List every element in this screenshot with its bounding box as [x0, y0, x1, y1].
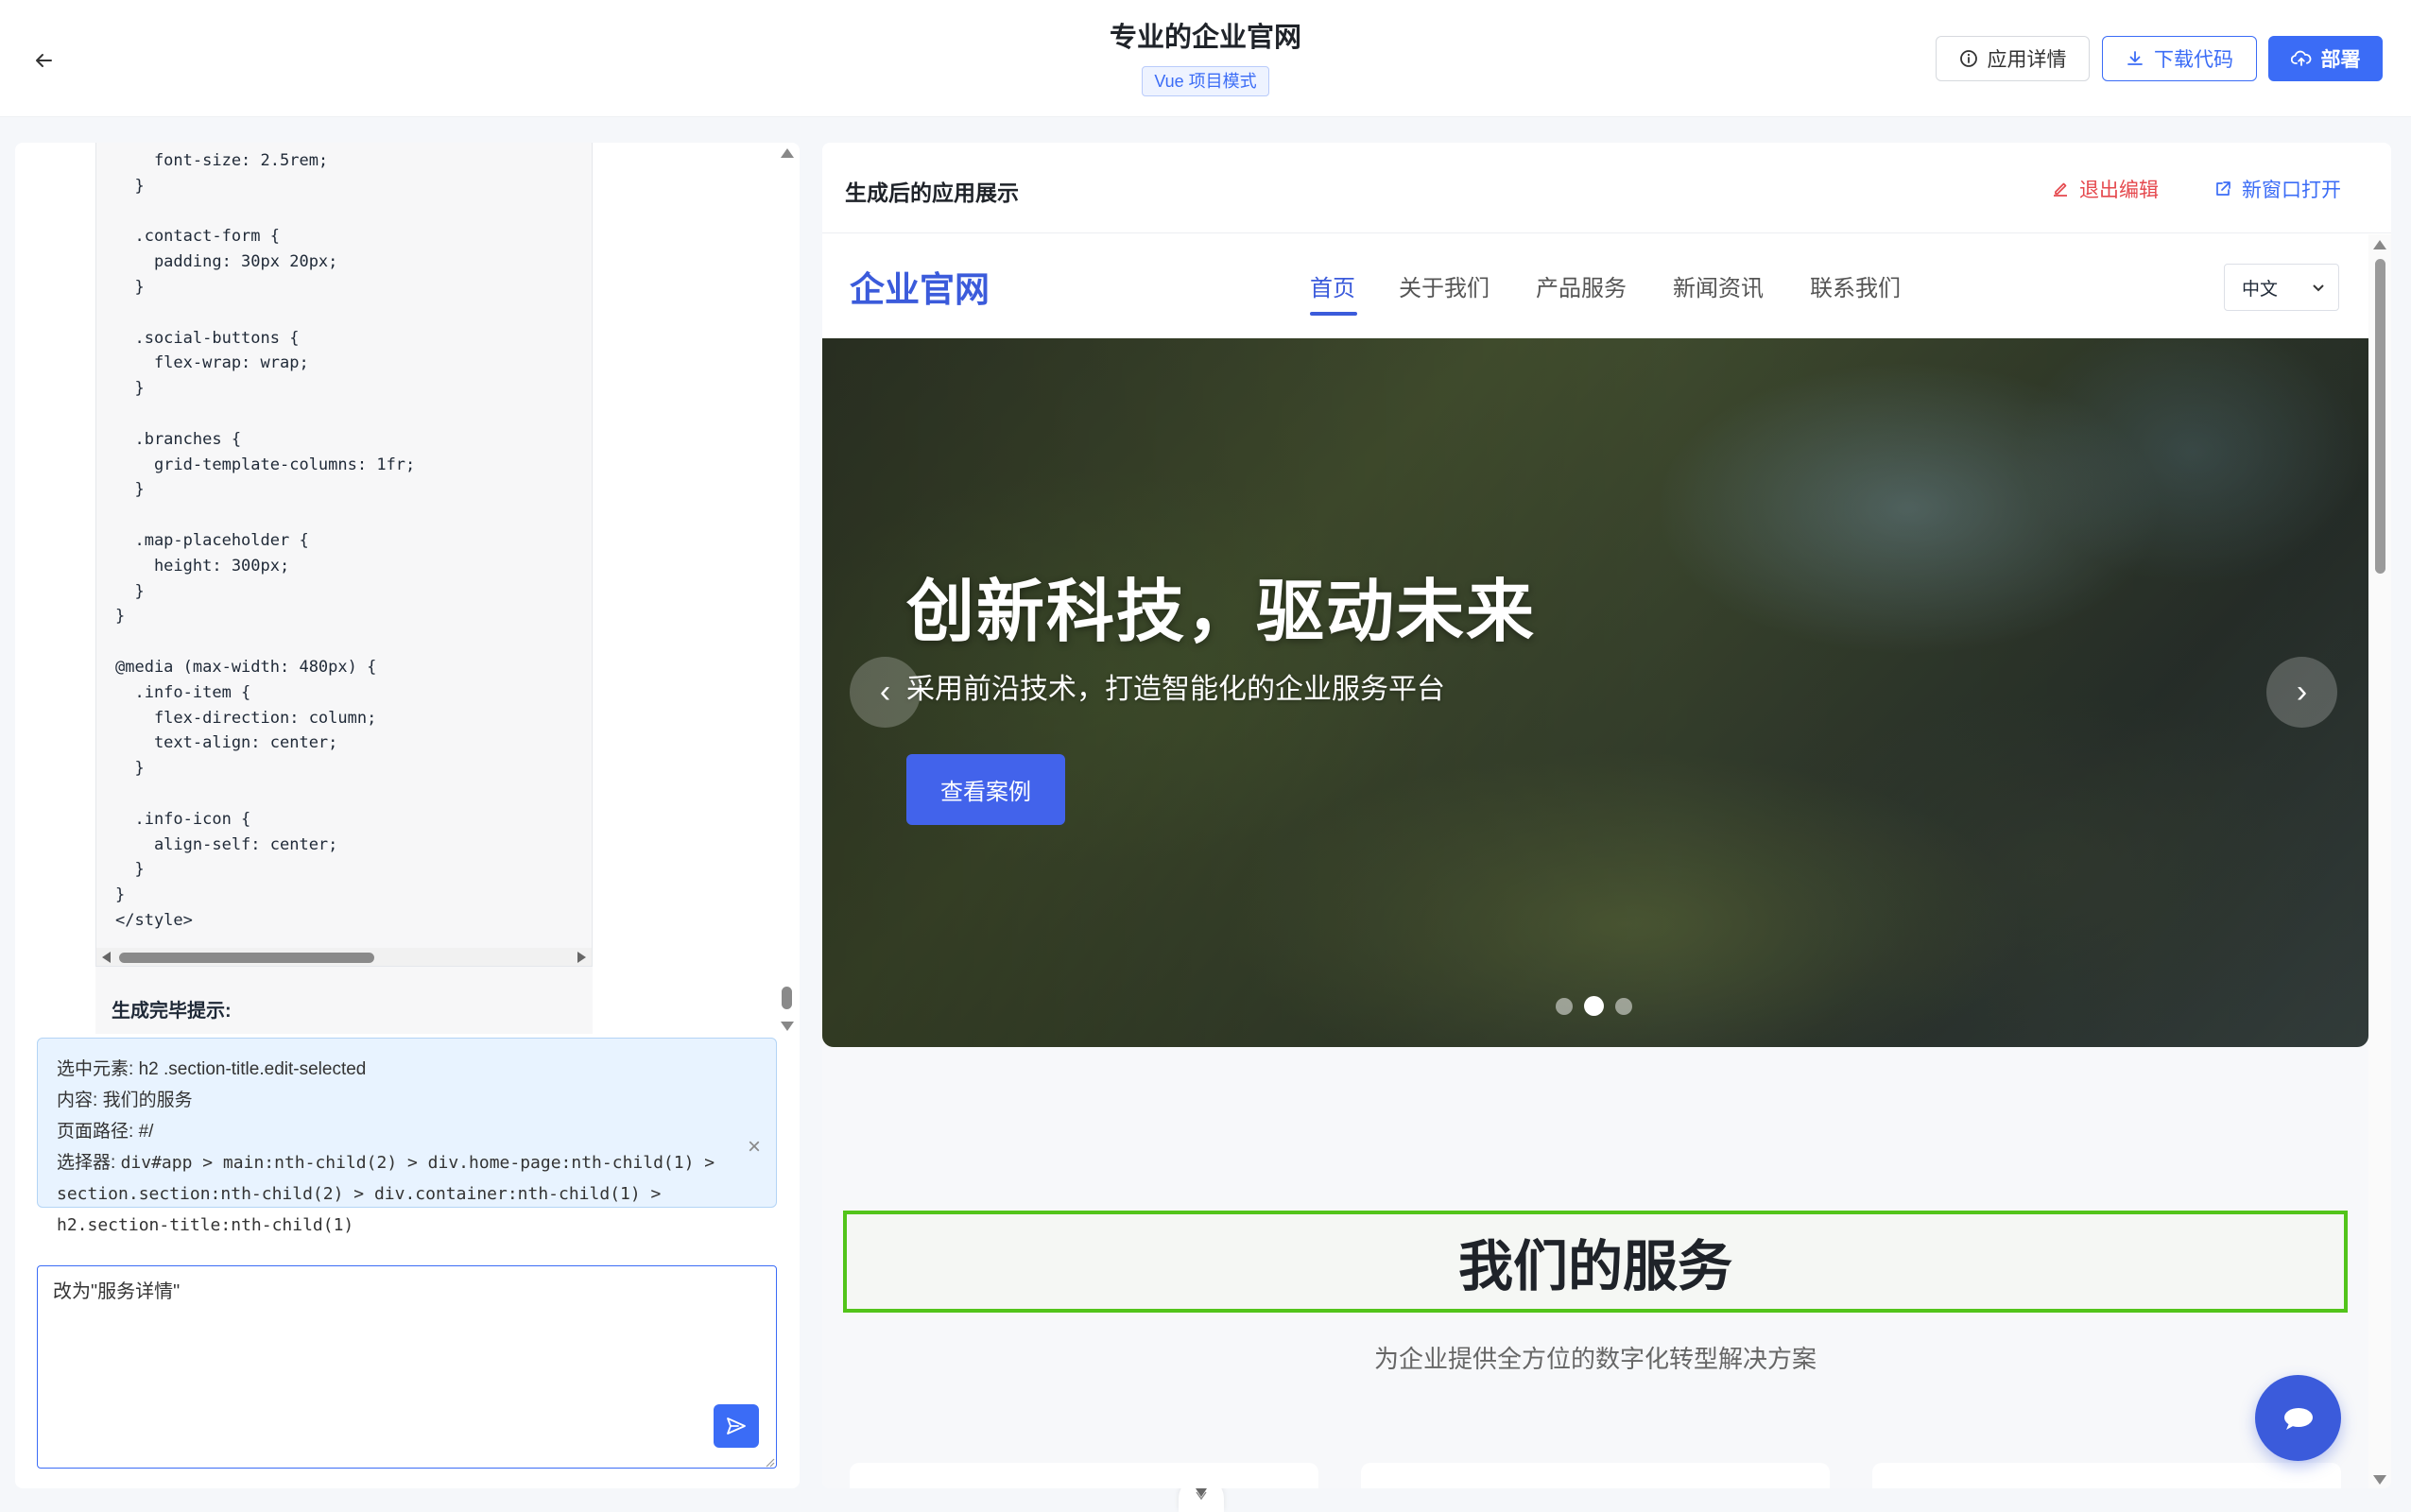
site-navbar: 企业官网 首页 关于我们 产品服务 新闻资讯 联系我们 中文 [822, 234, 2368, 338]
scroll-up-arrow-icon[interactable] [2373, 240, 2386, 249]
resize-grip-icon[interactable] [764, 1456, 775, 1468]
services-subtitle: 为企业提供全方位的数字化转型解决方案 [1373, 1345, 1817, 1373]
chat-bubble-button[interactable] [2255, 1375, 2341, 1461]
carousel-dot-2[interactable] [1584, 996, 1604, 1016]
selected-path-value: #/ [138, 1122, 154, 1142]
back-button[interactable] [25, 42, 62, 79]
preview-header: 生成后的应用展示 退出编辑 新窗口打开 [822, 143, 2391, 233]
selected-element-label: 选中元素: [57, 1059, 134, 1079]
download-icon [2127, 51, 2143, 65]
info-icon [1959, 50, 1977, 67]
external-link-icon [2216, 181, 2230, 196]
language-value: 中文 [2242, 279, 2279, 300]
preview-vertical-scrollbar[interactable] [2368, 234, 2391, 1488]
code-scroll-thumb[interactable] [119, 953, 374, 963]
app-details-button[interactable]: 应用详情 [1936, 36, 2090, 81]
selected-element-row: 选中元素: h2 .section-title.edit-selected [57, 1054, 757, 1085]
selected-selector-label: 选择器: [57, 1153, 116, 1173]
code-content: font-size: 2.5rem; } .contact-form { pad… [115, 151, 416, 930]
arrow-left-icon [36, 54, 52, 67]
conversation-scroll-thumb[interactable] [782, 987, 792, 1009]
preview-panel: 生成后的应用展示 退出编辑 新窗口打开 企业官网 首页 关于我们 产品服务 新闻… [822, 143, 2391, 1488]
code-block: font-size: 2.5rem; } .contact-form { pad… [95, 143, 593, 967]
deploy-button[interactable]: 部署 [2268, 36, 2383, 81]
exit-edit-label: 退出编辑 [2079, 180, 2159, 201]
selected-content-value: 我们的服务 [102, 1091, 193, 1110]
top-header: 专业的企业官网 Vue 项目模式 应用详情 下载代码 部署 [0, 0, 2411, 117]
view-cases-button[interactable]: 查看案例 [906, 754, 1065, 825]
scroll-down-arrow-icon[interactable] [781, 1022, 794, 1031]
language-select[interactable]: 中文 [2224, 264, 2339, 311]
app-details-label: 应用详情 [1987, 49, 2067, 71]
preview-title: 生成后的应用展示 [845, 180, 1019, 205]
nav-news[interactable]: 新闻资讯 [1673, 269, 1764, 302]
conversation-vertical-scrollbar[interactable] [779, 143, 794, 1034]
carousel-dot-1[interactable] [1556, 997, 1573, 1015]
site-preview[interactable]: 企业官网 首页 关于我们 产品服务 新闻资讯 联系我们 中文 创新科技，驱动未来… [822, 234, 2368, 1488]
scroll-left-arrow-icon[interactable] [102, 952, 111, 963]
service-card[interactable] [850, 1463, 1318, 1488]
selected-section-title[interactable]: 我们的服务 [843, 1211, 2348, 1313]
close-icon[interactable]: × [748, 1131, 761, 1162]
nav-products[interactable]: 产品服务 [1536, 269, 1627, 302]
send-button[interactable] [714, 1404, 759, 1448]
nav-home[interactable]: 首页 [1310, 269, 1355, 302]
preview-scroll-thumb[interactable] [2375, 259, 2385, 574]
carousel-prev-button[interactable]: ‹ [850, 657, 921, 728]
carousel-dot-3[interactable] [1615, 997, 1632, 1015]
edit-icon [2054, 182, 2067, 197]
hero-title: 创新科技，驱动未来 [906, 575, 1537, 650]
done-hint-label: 生成完毕提示: [112, 1001, 232, 1022]
send-icon [727, 1418, 746, 1435]
open-new-window-label: 新窗口打开 [2242, 180, 2341, 201]
deploy-label: 部署 [2320, 49, 2361, 71]
selected-element-info: 选中元素: h2 .section-title.edit-selected 内容… [37, 1038, 777, 1235]
selected-path-label: 页面路径: [57, 1122, 134, 1142]
scroll-up-arrow-icon[interactable] [781, 148, 794, 158]
nav-contact[interactable]: 联系我们 [1810, 269, 1901, 302]
chat-panel: font-size: 2.5rem; } .contact-form { pad… [15, 143, 800, 1488]
chat-icon [2283, 1407, 2313, 1430]
nav-about[interactable]: 关于我们 [1399, 269, 1490, 302]
site-logo[interactable]: 企业官网 [850, 261, 990, 312]
selected-content-row: 内容: 我们的服务 [57, 1085, 757, 1116]
selected-content-label: 内容: [57, 1091, 98, 1110]
carousel-next-button[interactable]: › [2266, 657, 2337, 728]
open-new-window-button[interactable]: 新窗口打开 [2213, 175, 2341, 203]
app-title: 专业的企业官网 [1109, 23, 1301, 53]
selected-path-row: 页面路径: #/ [57, 1116, 757, 1147]
chevron-down-icon [2313, 284, 2324, 292]
download-code-button[interactable]: 下载代码 [2102, 36, 2257, 81]
services-title[interactable]: 我们的服务 [1458, 1222, 1732, 1301]
conversation-scroll[interactable]: font-size: 2.5rem; } .contact-form { pad… [15, 143, 800, 1034]
hero-carousel: 创新科技，驱动未来 采用前沿技术，打造智能化的企业服务平台 查看案例 ‹ › [822, 338, 2368, 1047]
service-card[interactable] [1361, 1463, 1830, 1488]
chat-input[interactable] [37, 1265, 777, 1469]
carousel-dots [1556, 996, 1632, 1016]
selected-selector-value: div#app > main:nth-child(2) > div.home-p… [57, 1153, 715, 1235]
selected-element-value: h2 .section-title.edit-selected [138, 1059, 367, 1079]
cloud-upload-icon [2290, 50, 2311, 66]
exit-edit-button[interactable]: 退出编辑 [2051, 175, 2159, 203]
service-card[interactable] [1872, 1463, 2341, 1488]
mode-badge: Vue 项目模式 [1142, 66, 1269, 96]
download-code-label: 下载代码 [2154, 49, 2233, 71]
code-horizontal-scrollbar[interactable] [96, 948, 592, 966]
nav-active-indicator [1310, 312, 1357, 316]
title-area: 专业的企业官网 Vue 项目模式 [945, 19, 1466, 96]
scroll-right-arrow-icon[interactable] [577, 952, 586, 963]
hero-subtitle: 采用前沿技术，打造智能化的企业服务平台 [906, 674, 1445, 705]
scroll-down-arrow-icon[interactable] [2373, 1475, 2386, 1485]
selected-selector-row: 选择器: div#app > main:nth-child(2) > div.h… [57, 1147, 757, 1241]
